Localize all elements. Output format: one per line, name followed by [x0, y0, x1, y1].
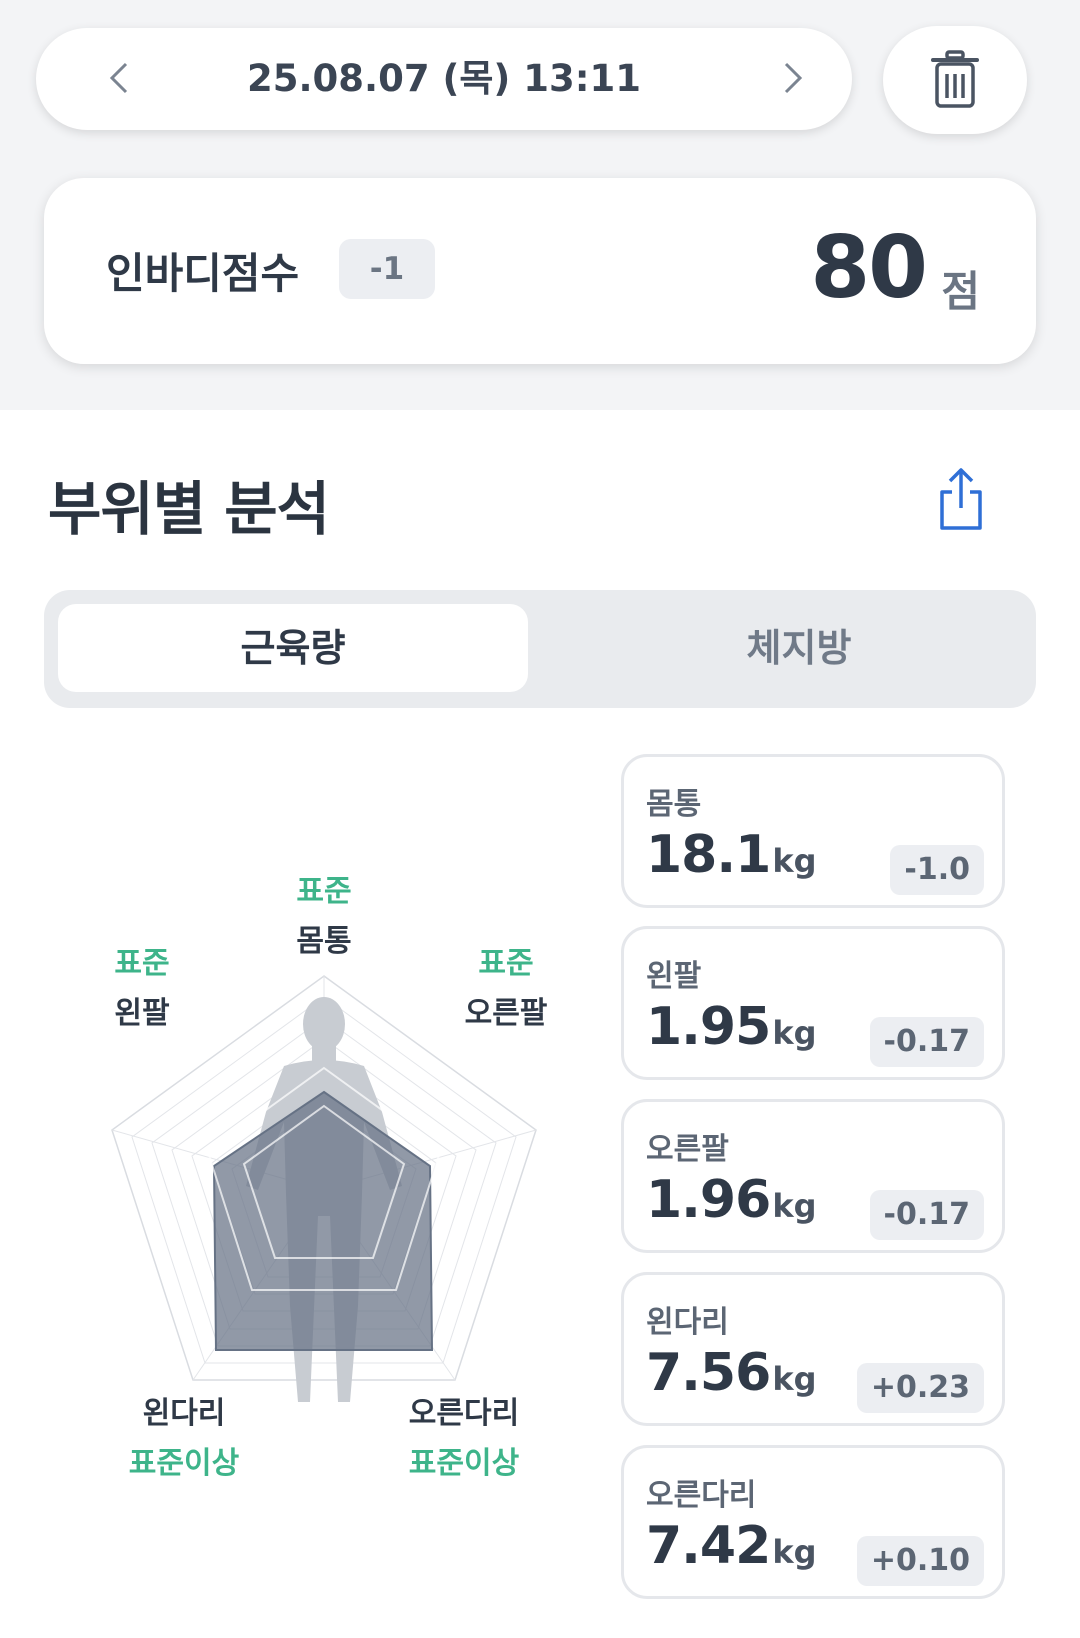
radar-label-right-leg: 오른다리 표준이상	[364, 1388, 564, 1482]
segment-delta-badge: -0.17	[869, 1017, 984, 1067]
segment-delta-badge: +0.10	[856, 1536, 984, 1586]
segment-delta-badge: -0.17	[869, 1190, 984, 1240]
segment-value: 18.1kg	[646, 825, 817, 885]
segment-card-left-leg[interactable]: 왼다리 7.56kg +0.23	[621, 1272, 1005, 1426]
right-leg-part: 오른다리	[408, 1396, 520, 1431]
value-unit: kg	[772, 1014, 817, 1052]
segment-value: 7.42kg	[646, 1516, 817, 1576]
radar-label-left-leg: 왼다리 표준이상	[84, 1388, 284, 1482]
radar-data-polygon	[212, 1090, 434, 1351]
value-unit: kg	[772, 1533, 817, 1571]
value-unit: kg	[772, 1187, 817, 1225]
segment-radar-chart: 표준 몸통 표준 왼팔 표준 오른팔 왼다리 표준이상 오른다리 표준이상	[0, 840, 600, 1500]
right-arm-part: 오른팔	[464, 996, 548, 1031]
chevron-right-icon[interactable]	[772, 58, 812, 98]
score-value: 80	[810, 218, 928, 318]
share-icon[interactable]	[936, 466, 986, 532]
segment-value: 7.56kg	[646, 1343, 817, 1403]
inbody-score-card: 인바디점수 -1 80 점	[44, 178, 1036, 364]
tab-body-fat[interactable]: 체지방	[564, 604, 1034, 692]
segment-card-left-arm[interactable]: 왼팔 1.95kg -0.17	[621, 926, 1005, 1080]
left-arm-status: 표준	[114, 946, 170, 981]
segment-value: 1.96kg	[646, 1170, 817, 1230]
section-title: 부위별 분석	[48, 475, 330, 543]
right-arm-status: 표준	[478, 946, 534, 981]
value-number: 7.56	[646, 1343, 771, 1403]
value-number: 7.42	[646, 1516, 771, 1576]
segment-name: 몸통	[646, 787, 702, 822]
value-number: 18.1	[646, 825, 771, 885]
right-leg-status: 표준이상	[408, 1446, 520, 1481]
score-label: 인바디점수	[106, 249, 300, 298]
left-arm-part: 왼팔	[114, 996, 170, 1031]
value-number: 1.96	[646, 1170, 771, 1230]
tab-muscle[interactable]: 근육량	[58, 604, 528, 692]
value-unit: kg	[772, 842, 817, 880]
segment-name: 왼팔	[646, 959, 702, 994]
segment-name: 오른팔	[646, 1132, 729, 1167]
trunk-part: 몸통	[296, 924, 352, 959]
segment-card-trunk[interactable]: 몸통 18.1kg -1.0	[621, 754, 1005, 908]
segment-name: 오른다리	[646, 1478, 757, 1513]
left-leg-status: 표준이상	[128, 1446, 240, 1481]
segment-delta-badge: +0.23	[856, 1363, 984, 1413]
delete-button[interactable]	[883, 26, 1027, 134]
score-unit: 점	[941, 267, 980, 316]
value-number: 1.95	[646, 997, 771, 1057]
radar-label-left-arm: 표준 왼팔	[42, 938, 242, 1032]
radar-label-trunk: 표준 몸통	[224, 866, 424, 960]
score-delta-badge: -1	[339, 239, 435, 299]
analysis-type-toggle: 근육량 체지방	[44, 590, 1036, 708]
trunk-status: 표준	[296, 874, 352, 909]
segment-value: 1.95kg	[646, 997, 817, 1057]
segment-name: 왼다리	[646, 1305, 729, 1340]
segment-card-right-leg[interactable]: 오른다리 7.42kg +0.10	[621, 1445, 1005, 1599]
segment-delta-badge: -1.0	[890, 845, 984, 895]
trash-icon	[931, 50, 979, 108]
date-navigator: 25.08.07 (목) 13:11	[36, 28, 852, 130]
measurement-date: 25.08.07 (목) 13:11	[247, 57, 641, 100]
left-leg-part: 왼다리	[142, 1396, 226, 1431]
segment-card-right-arm[interactable]: 오른팔 1.96kg -0.17	[621, 1099, 1005, 1253]
value-unit: kg	[772, 1360, 817, 1398]
radar-label-right-arm: 표준 오른팔	[406, 938, 606, 1032]
